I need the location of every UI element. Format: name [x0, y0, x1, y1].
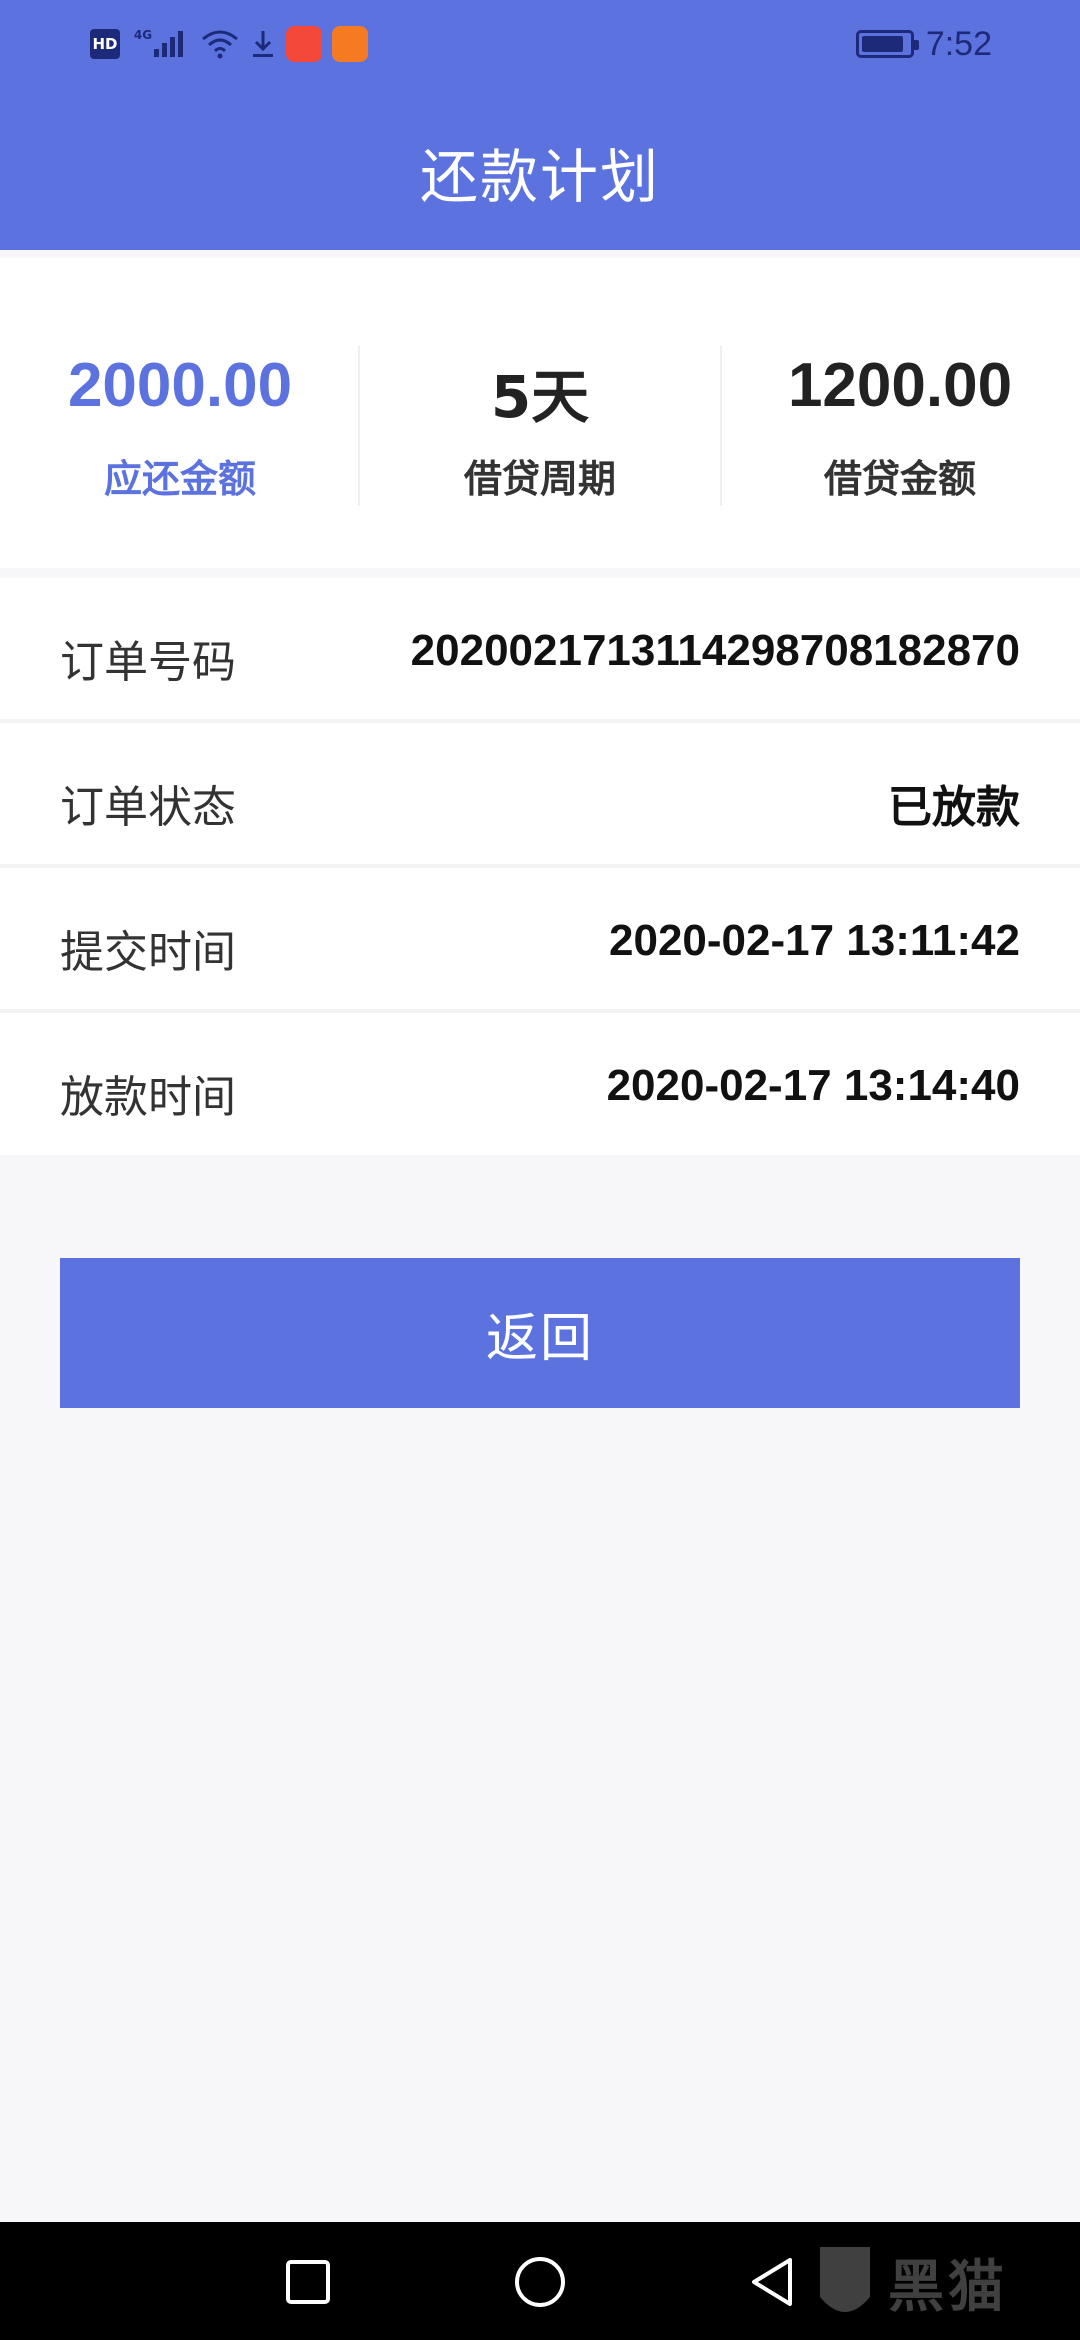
watermark-text: 黑猫: [888, 2254, 1008, 2320]
loan-summary: 2000.00 应还金额 5天 借贷周期 1200.00 借贷金额: [0, 258, 1080, 568]
status-bar: HD 4G 7:52: [0, 0, 1080, 84]
detail-label: 提交时间: [60, 927, 236, 978]
summary-repay-amount: 2000.00 应还金额: [0, 258, 360, 568]
app-header: HD 4G 7:52 还款计划: [0, 0, 1080, 250]
detail-row-order-status: 订单状态 已放款: [0, 723, 1080, 868]
detail-row-payout-time: 放款时间 2020-02-17 13:14:40: [0, 1013, 1080, 1155]
detail-label: 放款时间: [60, 1072, 236, 1123]
recent-apps-icon[interactable]: [278, 2252, 338, 2312]
detail-value: 2020-02-17 13:11:42: [609, 916, 1020, 965]
page-title: 还款计划: [419, 143, 660, 211]
back-button[interactable]: 返回: [60, 1258, 1020, 1408]
order-details: 订单号码 20200217131142987081828​70 订单状态 已放款…: [0, 578, 1080, 1155]
detail-row-submit-time: 提交时间 2020-02-17 13:11:42: [0, 868, 1080, 1013]
summary-loan-period: 5天 借贷周期: [360, 258, 720, 568]
detail-row-order-number: 订单号码 20200217131142987081828​70: [0, 578, 1080, 723]
detail-label: 订单号码: [60, 637, 236, 688]
hd-badge-icon: HD: [90, 29, 120, 59]
detail-value: 2020-02-17 13:14:40: [606, 1061, 1020, 1110]
app-notification-icon: [286, 26, 322, 62]
home-icon[interactable]: [510, 2252, 570, 2312]
cellular-signal-icon: 4G: [130, 28, 190, 60]
battery-level: [861, 36, 904, 52]
back-icon[interactable]: [742, 2252, 802, 2312]
status-time: 7:52: [925, 24, 992, 63]
summary-value: 1200.00: [787, 351, 1013, 420]
detail-value: 20200217131142987081828​70: [410, 626, 1020, 675]
wifi-icon: [200, 28, 240, 60]
status-bar-left: HD 4G: [90, 24, 368, 64]
app-notification-icon: [332, 26, 368, 62]
watermark: 黑猫: [810, 2230, 1070, 2334]
summary-label: 应还金额: [103, 457, 256, 501]
download-icon: [250, 28, 276, 60]
status-bar-right: 7:52: [855, 24, 992, 64]
battery-icon: [855, 30, 919, 58]
signal-label: 4G: [133, 28, 153, 42]
summary-label: 借贷周期: [463, 457, 616, 501]
black-cat-logo-icon: [820, 2247, 870, 2312]
system-nav-bar: 黑猫: [0, 2222, 1080, 2340]
summary-value: 5天: [490, 363, 590, 431]
detail-value: 已放款: [888, 782, 1020, 833]
summary-label: 借贷金额: [823, 457, 976, 501]
summary-value: 2000.00: [67, 351, 293, 420]
detail-label: 订单状态: [60, 782, 236, 833]
summary-loan-amount: 1200.00 借贷金额: [720, 258, 1080, 568]
